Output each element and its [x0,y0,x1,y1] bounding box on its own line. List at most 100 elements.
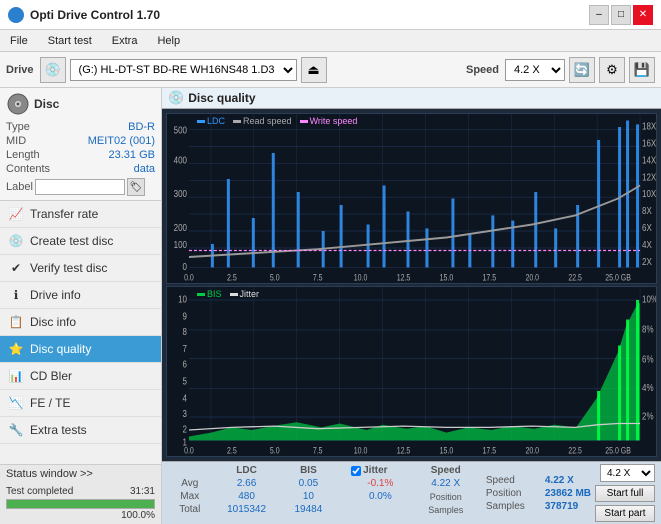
window-controls[interactable]: – □ ✕ [589,5,653,25]
sidebar-item-disc-quality[interactable]: ⭐ Disc quality [0,336,161,363]
menu-extra[interactable]: Extra [106,33,144,49]
svg-text:8: 8 [183,326,187,337]
svg-text:3: 3 [183,408,187,419]
stats-col-label [168,464,212,477]
sidebar-item-create-test-disc[interactable]: 💿 Create test disc [0,228,161,255]
menu-start-test[interactable]: Start test [42,33,98,49]
refresh-button[interactable]: 🔄 [569,57,595,83]
svg-text:16X: 16X [642,138,656,149]
svg-text:300: 300 [174,188,187,199]
progress-bar [6,499,155,509]
top-chart: LDC Read speed Write speed [166,113,657,284]
stats-total-ldc: 1015342 [212,503,282,516]
stats-max-bis: 10 [282,490,336,503]
cd-bler-icon: 📊 [8,368,24,384]
svg-text:6X: 6X [642,222,652,233]
charts-container: LDC Read speed Write speed [162,109,661,461]
maximize-button[interactable]: □ [611,5,631,25]
stats-row-max: Max 480 10 0.0% Position [168,490,478,503]
svg-text:8%: 8% [642,324,654,335]
extra-tests-icon: 🔧 [8,422,24,438]
svg-text:10.0: 10.0 [354,446,368,456]
disc-panel-title: Disc [34,97,59,111]
stats-col-speed: Speed [414,464,478,477]
svg-text:4: 4 [183,392,187,403]
start-buttons-area: Maximum4.2 X8X12X Start full Start part [595,464,655,522]
top-chart-legend: LDC Read speed Write speed [197,116,357,126]
svg-text:15.0: 15.0 [440,446,454,456]
status-window-button[interactable]: Status window >> [0,464,161,483]
menu-help[interactable]: Help [151,33,186,49]
jitter-checkbox[interactable] [351,466,361,476]
svg-text:0.0: 0.0 [184,446,194,456]
menu-file[interactable]: File [4,33,34,49]
stats-samples-row: Samples 378719 [486,501,578,512]
legend-ldc-label: LDC [207,116,225,126]
menu-bar: File Start test Extra Help [0,30,661,52]
svg-text:7.5: 7.5 [313,273,323,283]
speed-select-row: Maximum4.2 X8X12X [600,464,655,482]
drive-icon-button[interactable]: 💿 [40,57,66,83]
stats-samples-value: 378719 [545,501,578,512]
svg-text:22.5: 22.5 [568,446,582,456]
speed-select[interactable]: 4.2 X [505,59,565,81]
main-layout: Disc Type BD-R MID MEIT02 (001) Length 2… [0,88,661,524]
sidebar-item-transfer-rate[interactable]: 📈 Transfer rate [0,201,161,228]
options-button[interactable]: ⚙ [599,57,625,83]
elapsed-time: 31:31 [130,486,155,497]
svg-text:10X: 10X [642,188,656,199]
svg-text:25.0 GB: 25.0 GB [605,446,631,456]
svg-text:17.5: 17.5 [483,446,497,456]
chart-header: 💿 Disc quality [162,88,661,109]
bottom-chart-svg: 10 9 8 7 6 5 4 3 2 1 10% 8% [167,287,656,456]
stats-col-empty [335,464,347,477]
stats-col-jitter: Jitter [347,464,413,477]
svg-text:4%: 4% [642,382,654,393]
disc-label-icon-button[interactable]: 🏷 [127,178,145,196]
stats-speed-value: 4.22 X [545,475,574,486]
sidebar: Disc Type BD-R MID MEIT02 (001) Length 2… [0,88,162,524]
chart-header-icon: 💿 [168,90,184,106]
app-logo [8,7,24,23]
sidebar-item-drive-info[interactable]: ℹ Drive info [0,282,161,309]
stats-avg-jitter: -0.1% [347,477,413,490]
stats-max-ldc: 480 [212,490,282,503]
stats-speed-row: Speed 4.22 X [486,475,574,486]
disc-contents-value: data [134,163,155,175]
svg-text:10.0: 10.0 [354,273,368,283]
sidebar-item-disc-info[interactable]: 📋 Disc info [0,309,161,336]
svg-text:10: 10 [178,294,187,305]
legend-write-speed: Write speed [300,116,358,126]
sidebar-item-verify-test-disc-label: Verify test disc [30,261,107,275]
bottom-chart: BIS Jitter [166,286,657,457]
chart-title: Disc quality [188,91,255,105]
svg-text:17.5: 17.5 [483,273,497,283]
svg-text:10%: 10% [642,294,656,305]
disc-type-value: BD-R [128,121,155,133]
disc-label-input[interactable] [35,179,125,195]
drive-label: Drive [6,64,34,76]
svg-text:14X: 14X [642,154,656,165]
content-area: 💿 Disc quality LDC Read speed [162,88,661,524]
eject-button[interactable]: ⏏ [301,57,327,83]
start-full-button[interactable]: Start full [595,485,655,502]
stats-position-label: Position [414,490,478,503]
sidebar-item-verify-test-disc[interactable]: ✔ Verify test disc [0,255,161,282]
svg-text:5: 5 [183,376,187,387]
minimize-button[interactable]: – [589,5,609,25]
sidebar-item-extra-tests[interactable]: 🔧 Extra tests [0,417,161,444]
start-part-button[interactable]: Start part [595,505,655,522]
sidebar-item-cd-bler[interactable]: 📊 CD Bler [0,363,161,390]
legend-read-dot [233,120,241,123]
close-button[interactable]: ✕ [633,5,653,25]
drive-select[interactable]: (G:) HL-DT-ST BD-RE WH16NS48 1.D3 [70,59,297,81]
svg-text:12X: 12X [642,171,656,182]
save-button[interactable]: 💾 [629,57,655,83]
disc-info-icon: 📋 [8,314,24,330]
speed-select-stats[interactable]: Maximum4.2 X8X12X [600,464,655,482]
create-test-disc-icon: 💿 [8,233,24,249]
stats-row-total: Total 1015342 19484 Samples [168,503,478,516]
stats-max-label: Max [168,490,212,503]
sidebar-item-fe-te[interactable]: 📉 FE / TE [0,390,161,417]
sidebar-item-cd-bler-label: CD Bler [30,369,72,383]
